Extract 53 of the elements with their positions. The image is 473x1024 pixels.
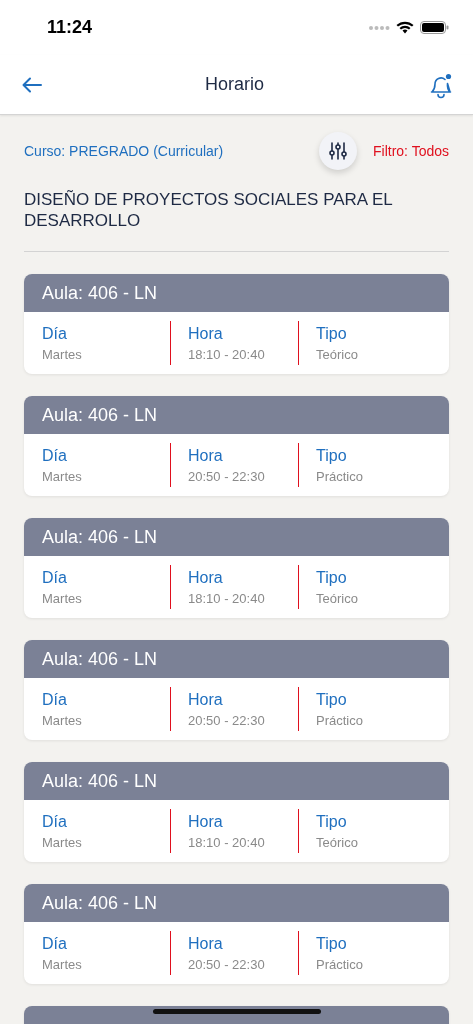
filter-button[interactable] <box>319 132 357 170</box>
day-value: Martes <box>42 834 83 850</box>
time-value: 20:50 - 22:30 <box>188 712 266 728</box>
classroom-label: Aula: 406 - LN <box>42 892 158 914</box>
time-value: 18:10 - 20:40 <box>188 590 266 606</box>
day-value: Martes <box>42 712 83 728</box>
wifi-icon <box>396 21 414 34</box>
day-value: Martes <box>42 346 83 362</box>
time-value: 18:10 - 20:40 <box>188 346 266 362</box>
classroom-label: Aula: 406 - LN <box>42 770 158 792</box>
classroom-label: Aula: 406 - LN <box>42 282 158 304</box>
time-value: 18:10 - 20:40 <box>188 834 266 850</box>
day-label: Día <box>42 446 68 465</box>
day-label: Día <box>42 690 68 709</box>
type-label: Tipo <box>316 690 348 709</box>
day-value: Martes <box>42 590 83 606</box>
sliders-icon <box>328 141 348 161</box>
classroom-label: Aula: 406 - LN <box>42 404 158 426</box>
back-arrow-icon <box>22 76 42 93</box>
time-label: Hora <box>188 324 224 343</box>
course-label: Curso: PREGRADO (Curricular) <box>24 143 225 159</box>
type-label: Tipo <box>316 446 348 465</box>
type-value: Teórico <box>316 834 359 850</box>
signal-icon <box>368 24 390 31</box>
type-value: Teórico <box>316 346 359 362</box>
time-label: Hora <box>188 568 224 587</box>
classroom-label: Aula: 406 - LN <box>42 648 158 670</box>
time-label: Hora <box>188 690 224 709</box>
filter-label: Filtro: Todos <box>373 143 449 159</box>
status-time: 11:24 <box>47 17 93 38</box>
type-label: Tipo <box>316 934 348 953</box>
course-title: DISEÑO DE PROYECTOS SOCIALES PARA EL DESARROLLO <box>24 189 394 231</box>
battery-icon <box>420 21 449 34</box>
type-value: Práctico <box>316 468 364 484</box>
type-label: Tipo <box>316 568 348 587</box>
time-label: Hora <box>188 934 224 953</box>
day-label: Día <box>42 568 68 587</box>
time-value: 20:50 - 22:30 <box>188 468 266 484</box>
type-label: Tipo <box>316 324 348 343</box>
time-value: 20:50 - 22:30 <box>188 956 266 972</box>
type-value: Teórico <box>316 590 359 606</box>
day-value: Martes <box>42 468 83 484</box>
day-label: Día <box>42 812 68 831</box>
time-label: Hora <box>188 446 224 465</box>
type-value: Práctico <box>316 956 364 972</box>
time-label: Hora <box>188 812 224 831</box>
classroom-label: Aula: 406 - LN <box>42 526 158 548</box>
type-value: Práctico <box>316 712 364 728</box>
type-label: Tipo <box>316 812 348 831</box>
page-title: Horario <box>205 74 264 95</box>
day-value: Martes <box>42 956 83 972</box>
day-label: Día <box>42 324 68 343</box>
day-label: Día <box>42 934 68 953</box>
